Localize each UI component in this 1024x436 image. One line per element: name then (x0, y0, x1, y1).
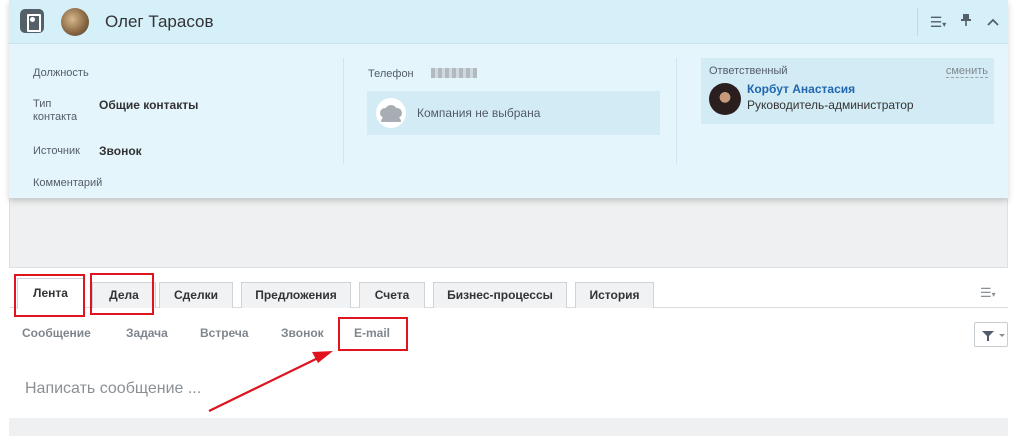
bottom-bar (9, 418, 1008, 436)
annotation-box-feed-tab (14, 274, 85, 317)
activity-type-bar: Сообщение Задача Встреча Звонок E-mail (9, 318, 1008, 348)
activity-task[interactable]: Задача (126, 326, 168, 340)
responsible-role: Руководитель-администратор (747, 98, 914, 112)
column-divider (676, 58, 677, 164)
chevron-down-icon (999, 334, 1005, 337)
contact-name[interactable]: Олег Тарасов (105, 12, 214, 32)
tabs-menu-icon[interactable]: ☰▾ (980, 286, 1002, 300)
contact-card: Олег Тарасов ☰▾ Должность Тип контакта О… (9, 0, 1008, 198)
list-settings-icon[interactable]: ☰▾ (925, 13, 951, 31)
crm-contact-page: Олег Тарасов ☰▾ Должность Тип контакта О… (0, 0, 1024, 436)
tab-business-processes[interactable]: Бизнес-процессы (433, 282, 567, 308)
activity-meeting[interactable]: Встреча (200, 326, 249, 340)
change-responsible-link[interactable]: сменить (945, 65, 988, 78)
responsible-label: Ответственный (709, 65, 788, 77)
header-divider (917, 8, 918, 36)
position-label: Должность (33, 67, 89, 79)
tab-quotes[interactable]: Предложения (241, 282, 351, 308)
tab-history[interactable]: История (575, 282, 654, 308)
contact-type-label: Тип контакта (33, 98, 78, 123)
comment-label: Комментарий (33, 177, 103, 189)
company-icon (376, 98, 406, 128)
chevron-up-icon[interactable] (982, 13, 1004, 31)
contact-avatar[interactable] (61, 8, 89, 36)
phone-label: Телефон (368, 68, 414, 80)
activity-call[interactable]: Звонок (281, 326, 324, 340)
filter-button[interactable] (974, 322, 1008, 347)
company-text: Компания не выбрана (417, 106, 541, 120)
responsible-avatar[interactable] (709, 83, 741, 115)
column-divider (343, 58, 344, 164)
tab-invoices[interactable]: Счета (359, 282, 425, 308)
annotation-box-email (338, 317, 408, 351)
annotation-box-activities-tab (90, 273, 154, 315)
pin-icon[interactable] (955, 13, 977, 31)
responsible-name[interactable]: Корбут Анастасия (747, 82, 855, 96)
tab-deals[interactable]: Сделки (159, 282, 233, 308)
message-compose-field[interactable]: Написать сообщение ... (9, 368, 1008, 408)
filter-icon (982, 331, 994, 341)
contact-card-header: Олег Тарасов ☰▾ (9, 0, 1008, 44)
activity-message[interactable]: Сообщение (22, 326, 91, 340)
compose-placeholder: Написать сообщение ... (25, 380, 202, 397)
contact-card-icon (20, 9, 44, 33)
source-value: Звонок (99, 144, 142, 158)
phone-value-blurred[interactable] (431, 68, 477, 78)
tabs-bar: Лента Дела Сделки Предложения Счета Бизн… (9, 276, 1008, 309)
source-label: Источник (33, 145, 80, 157)
responsible-block: Ответственный сменить Корбут Анастасия Р… (701, 58, 994, 124)
company-block[interactable]: Компания не выбрана (367, 91, 660, 135)
contact-type-value: Общие контакты (99, 98, 199, 112)
contact-fields: Должность Тип контакта Общие контакты Ис… (9, 44, 1008, 198)
